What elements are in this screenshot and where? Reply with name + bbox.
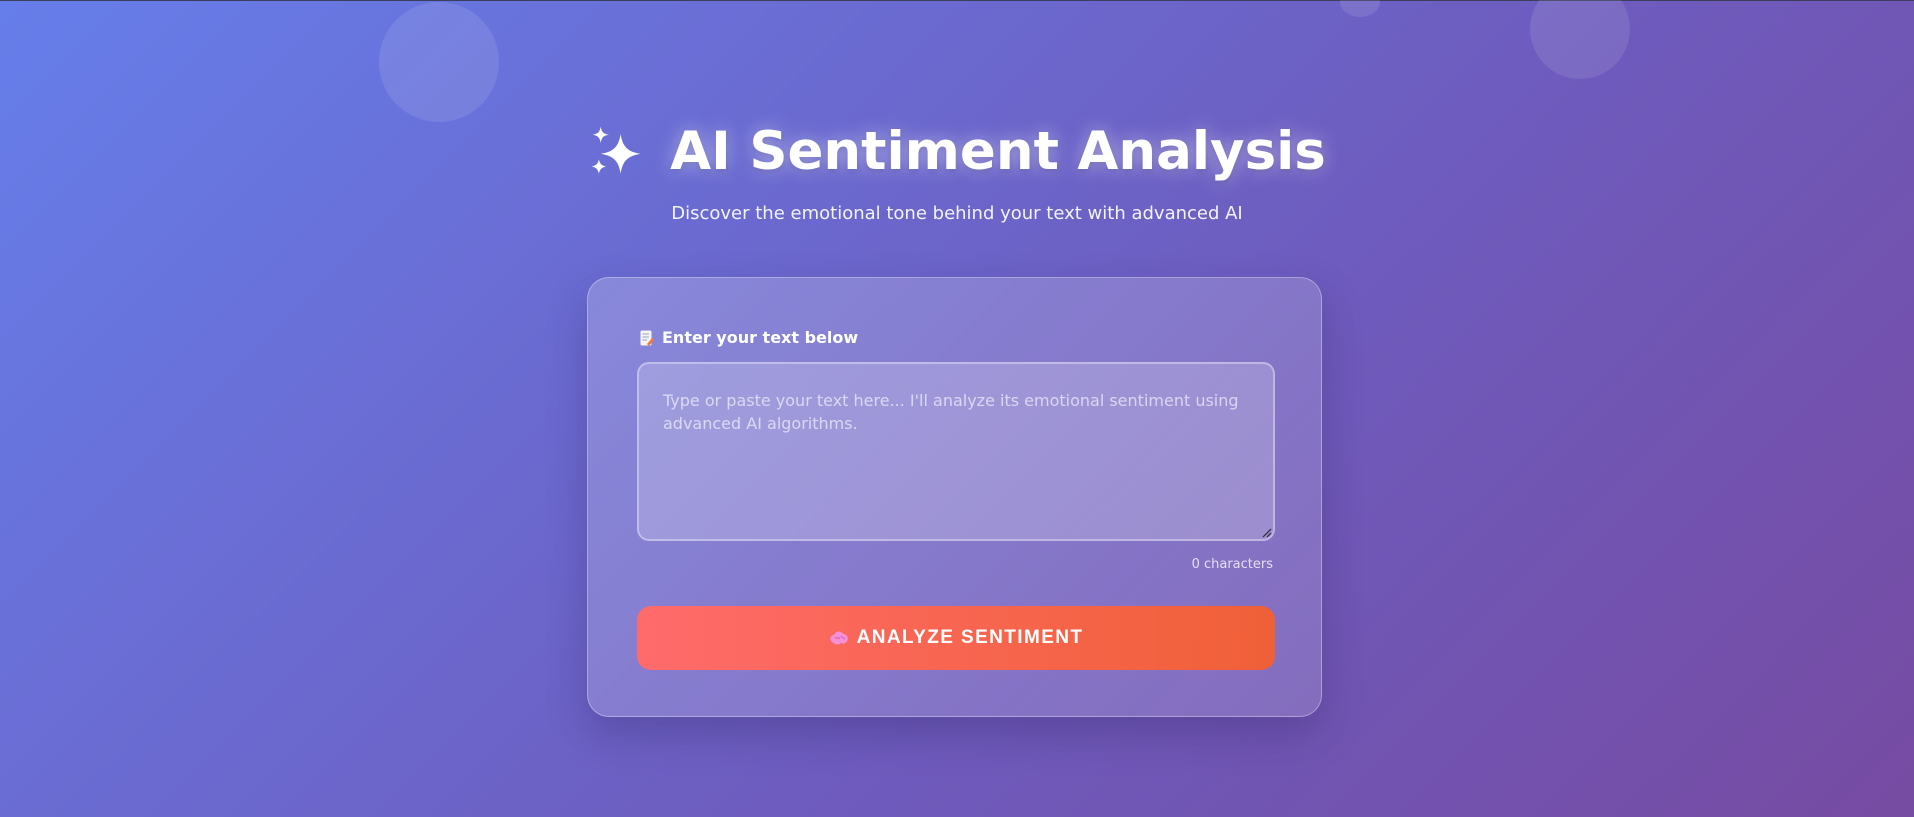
analysis-card: Enter your text below 0 characters ANALY… <box>587 277 1322 717</box>
text-input-label-text: Enter your text below <box>662 328 859 347</box>
text-input-label: Enter your text below <box>640 328 858 347</box>
sentiment-text-input[interactable] <box>637 362 1275 541</box>
page-title-text: AI Sentiment Analysis <box>670 121 1326 182</box>
analyze-sentiment-button[interactable]: ANALYZE SENTIMENT <box>637 606 1275 670</box>
page-subtitle: Discover the emotional tone behind your … <box>671 203 1243 224</box>
sparkles-icon <box>591 126 641 174</box>
decorative-bubble <box>1530 0 1630 79</box>
decorative-bubble <box>379 2 499 122</box>
character-count: 0 characters <box>1191 557 1273 572</box>
page-header: AI Sentiment Analysis Discover the emoti… <box>0 119 1914 224</box>
memo-icon <box>640 330 654 346</box>
page-title: AI Sentiment Analysis <box>588 119 1326 185</box>
brain-icon <box>829 631 848 645</box>
resize-handle-icon[interactable] <box>1262 528 1272 538</box>
decorative-bubble <box>1340 0 1380 17</box>
analyze-sentiment-button-label: ANALYZE SENTIMENT <box>856 627 1084 648</box>
